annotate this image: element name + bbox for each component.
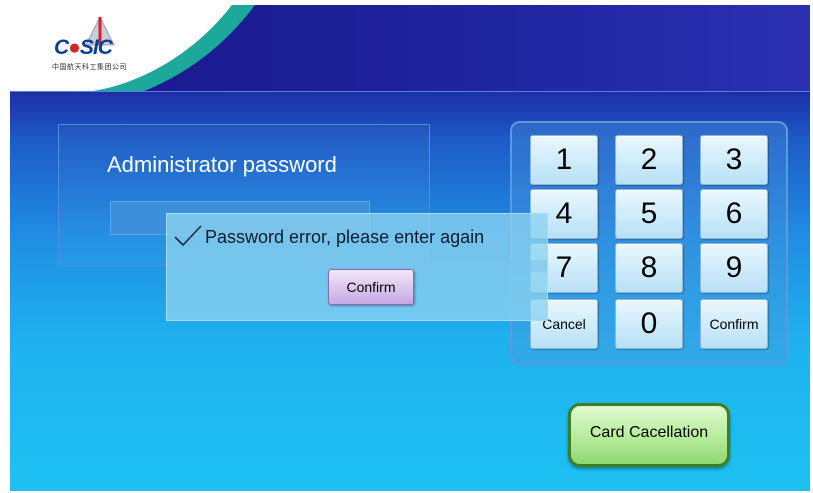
key-1[interactable]: 1: [530, 135, 598, 185]
dialog-message: Password error, please enter again: [205, 227, 485, 247]
header-bar: C●SIC 中国航天科工集团公司: [10, 5, 810, 92]
key-5[interactable]: 5: [615, 189, 683, 239]
key-2[interactable]: 2: [615, 135, 683, 185]
key-8[interactable]: 8: [615, 243, 683, 293]
key-3[interactable]: 3: [700, 135, 768, 185]
key-confirm[interactable]: Confirm: [700, 299, 768, 349]
logo-subtitle: 中国航天科工集团公司: [52, 64, 127, 71]
check-icon: [174, 225, 202, 247]
key-0[interactable]: 0: [615, 299, 683, 349]
logo-area: C●SIC 中国航天科工集团公司: [10, 5, 280, 91]
password-title: Administrator password: [107, 152, 337, 177]
numeric-keypad: 1 2 3 4 5 6 7 8 9 Cancel 0 Confirm: [510, 121, 788, 365]
dialog-confirm-button[interactable]: Confirm: [328, 269, 414, 305]
error-dialog: Password error, please enter again Confi…: [166, 213, 548, 321]
logo-wordmark: C●SIC: [54, 36, 113, 59]
key-9[interactable]: 9: [700, 243, 768, 293]
key-6[interactable]: 6: [700, 189, 768, 239]
kiosk-screen: C●SIC 中国航天科工集团公司 Administrator password …: [10, 5, 810, 491]
card-cancellation-button[interactable]: Card Cacellation: [568, 403, 730, 467]
